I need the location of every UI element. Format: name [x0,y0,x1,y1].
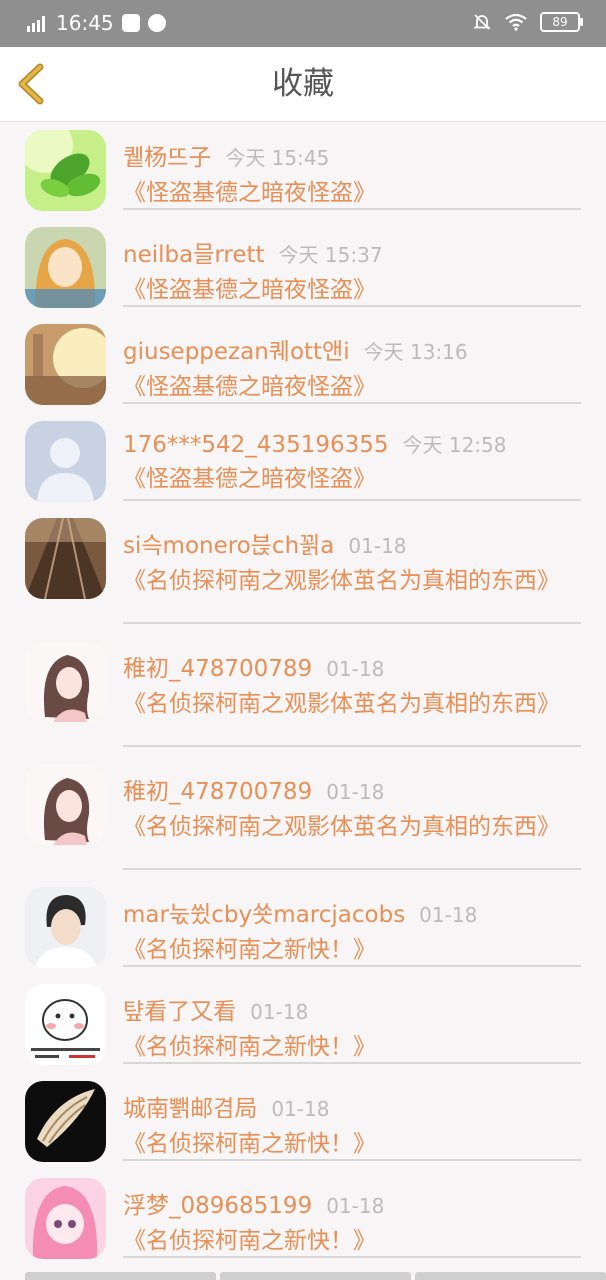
list-item[interactable]: giuseppezan퀘ott앤i 今天 13:16 《怪盗基德之暗夜怪盗》 [0,316,606,413]
timestamp: 01-18 [326,657,385,681]
status-bar: 16:45 89 [0,0,606,47]
favorite-title: 《怪盗基德之暗夜怪盗》 [123,466,376,492]
user-name: 浮梦_089685199 [123,1193,313,1219]
user-name: giuseppezan퀘ott앤i [123,339,350,365]
avatar[interactable] [25,227,106,308]
list-item[interactable]: si슥monero븑ch꾉a 01-18 《名侦探柯南之观影体茧名为真相的东西》 [0,510,606,633]
divider [123,745,581,747]
avatar[interactable] [25,421,106,502]
list-item[interactable]: 퀱杨뜨子 今天 15:45 《怪盗基德之暗夜怪盗》 [0,122,606,219]
favorite-title: 《名侦探柯南之观影体茧名为真相的东西》 [123,568,560,594]
favorite-title: 《名侦探柯南之新快！》 [123,1034,376,1060]
divider [123,868,581,870]
divider [123,1159,581,1161]
favorite-title: 《名侦探柯南之新快！》 [123,937,376,963]
list-item[interactable]: 稚初_478700789 01-18 《名侦探柯南之观影体茧名为真相的东西》 [0,756,606,879]
signal-icon [27,16,45,32]
user-name: neilba믈rrett [123,242,265,268]
user-name: 턒看了又看 [123,999,237,1025]
avatar[interactable] [25,324,106,405]
avatar[interactable] [25,1178,106,1259]
wifi-icon [505,13,527,31]
user-name: 퀱杨뜨子 [123,145,212,171]
avatar[interactable] [25,764,106,845]
peek-block [220,1272,411,1280]
timestamp: 今天 15:37 [278,243,383,267]
avatar[interactable] [25,641,106,722]
timestamp: 01-18 [326,1194,385,1218]
favorite-title: 《名侦探柯南之观影体茧名为真相的东西》 [123,691,560,717]
user-name: 176***542_435196355 [123,432,389,458]
divider [123,499,581,501]
avatar[interactable] [25,518,106,599]
peek-block [25,1272,216,1280]
user-name: mar눇쓌cby쑛marcjacobs [123,902,406,928]
divider [123,1256,581,1258]
list-item[interactable]: mar눇쓌cby쑛marcjacobs 01-18 《名侦探柯南之新快！》 [0,879,606,976]
avatar[interactable] [25,984,106,1065]
timestamp: 01-18 [250,1000,309,1024]
divider [123,622,581,624]
divider [123,1062,581,1064]
list-item[interactable]: 浮梦_089685199 01-18 《名侦探柯南之新快！》 [0,1170,606,1267]
timestamp: 01-18 [348,534,407,558]
page-title: 收藏 [272,66,334,102]
user-name: 城南뾁邮겸局 [123,1096,258,1122]
avatar[interactable] [25,887,106,968]
favorite-title: 《怪盗基德之暗夜怪盗》 [123,374,376,400]
avatar[interactable] [25,130,106,211]
favorite-title: 《怪盗基德之暗夜怪盗》 [123,180,376,206]
divider [123,208,581,210]
status-time: 16:45 [56,11,114,35]
divider [123,305,581,307]
list-item[interactable]: 城南뾁邮겸局 01-18 《名侦探柯南之新快！》 [0,1073,606,1170]
timestamp: 今天 15:45 [225,146,330,170]
bell-off-icon [473,14,491,30]
user-name: si슥monero븑ch꾉a [123,533,335,559]
favorite-title: 《名侦探柯南之新快！》 [123,1131,376,1157]
app-notification-icon [147,14,166,32]
favorite-title: 《名侦探柯南之观影体茧名为真相的东西》 [123,814,560,840]
nav-bar: 收藏 [0,47,606,122]
divider [123,402,581,404]
timestamp: 01-18 [419,903,478,927]
favorite-title: 《名侦探柯南之新快！》 [123,1228,376,1254]
peek-block [415,1272,606,1280]
timestamp: 01-18 [326,780,385,804]
favorite-title: 《怪盗基德之暗夜怪盗》 [123,277,376,303]
list-item[interactable]: neilba믈rrett 今天 15:37 《怪盗基德之暗夜怪盗》 [0,219,606,316]
list-item[interactable]: 턒看了又看 01-18 《名侦探柯南之新快！》 [0,976,606,1073]
timestamp: 01-18 [271,1097,330,1121]
timestamp: 今天 12:58 [402,433,507,457]
notification-icon [121,14,140,32]
timestamp: 今天 13:16 [363,340,468,364]
divider [123,965,581,967]
user-name: 稚初_478700789 [123,656,313,682]
next-item-peek [25,1272,606,1280]
battery-icon: 89 [540,12,583,32]
avatar[interactable] [25,1081,106,1162]
user-name: 稚初_478700789 [123,779,313,805]
list-item[interactable]: 稚初_478700789 01-18 《名侦探柯南之观影体茧名为真相的东西》 [0,633,606,756]
list-item[interactable]: 176***542_435196355 今天 12:58 《怪盗基德之暗夜怪盗》 [0,413,606,510]
